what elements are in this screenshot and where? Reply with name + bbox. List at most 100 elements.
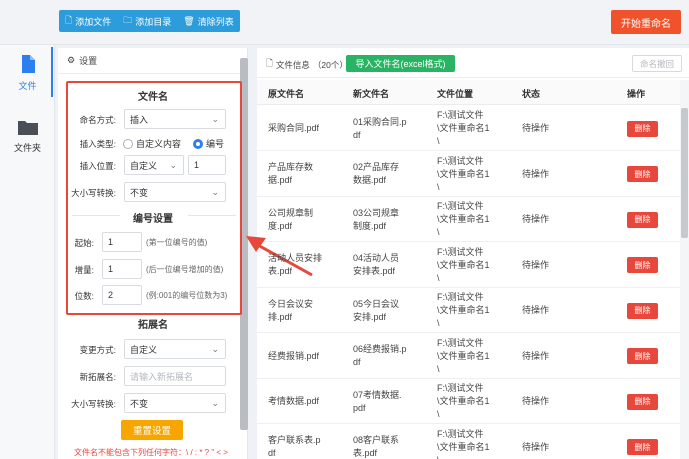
original-name-cell-line: 产品库存数 [268,162,314,173]
location-cell-line: \文件重命名1 [437,305,490,316]
location-cell-line: \文件重命名1 [437,123,490,134]
delete-button[interactable]: 删除 [627,393,658,410]
step-input[interactable]: 1 [102,259,142,279]
settings-header: ⚙ 设置 [58,48,247,74]
new-name-cell: 04活动人员 安排表.pdf [353,252,399,278]
naming-mode-label: 命名方式: [79,115,116,125]
location-cell: F:\测试文件 \文件重命名1 \ [437,428,490,459]
original-name-cell-line: 公司规章制 [268,207,314,218]
digits-input[interactable]: 2 [102,285,142,305]
radio-circle [123,138,133,149]
add-dir-button[interactable]: 🗀 添加目录 [117,10,177,32]
nav-item-folder[interactable]: 文件夹 [0,119,55,154]
location-cell-line: F:\测试文件 [437,201,484,212]
location-cell-line: \文件重命名1 [437,214,490,225]
delete-button[interactable]: 删除 [627,257,658,274]
chevron-down-icon: ⌄ [211,398,219,408]
chevron-down-icon: ⌄ [169,160,177,170]
digits-label: 位数: [74,291,94,301]
new-name-cell-line: 05今日会议 [353,298,400,309]
delete-button[interactable]: 删除 [627,439,658,456]
delete-button[interactable]: 删除 [627,348,658,365]
location-cell-line: \ [437,454,490,459]
delete-button[interactable]: 删除 [627,302,658,319]
import-excel-button[interactable]: 导入文件名(excel格式) [346,55,455,72]
original-name-cell-line: 表.pdf [268,266,293,277]
new-name-cell: 05今日会议 安排.pdf [353,298,399,324]
insert-pos-value: 自定义 [130,160,158,171]
ext-case-select[interactable]: 不变 ⌄ [124,393,226,413]
clear-list-button[interactable]: 🗑 清除列表 [177,10,239,32]
file-icon: 🗋 [266,58,273,68]
file-icon [21,55,35,73]
clear-list-label: 清除列表 [197,16,234,27]
filename-warning: 文件名不能包含下列任何字符：\ / : * ? " < > [74,448,228,457]
original-name-cell-line: 活动人员安排 [268,253,323,264]
insert-pos-select[interactable]: 自定义 ⌄ [124,155,184,175]
new-name-cell-line: 表.pdf [353,448,378,459]
original-name-cell-line: 度.pdf [268,220,293,231]
new-ext-input[interactable]: 请输入新拓展名 [124,366,226,386]
delete-button[interactable]: 删除 [627,211,658,228]
radio-numbering[interactable]: 编号 [193,137,224,150]
add-file-button[interactable]: 🗋 添加文件 [59,10,117,32]
chevron-down-icon: ⌄ [211,114,219,124]
location-cell: F:\测试文件 \文件重命名1 \ [437,382,490,421]
add-file-label: 添加文件 [75,16,112,27]
start-input[interactable]: 1 [102,232,142,252]
filename-case-value: 不变 [130,187,149,198]
new-name-cell-line: 数据.pdf [353,175,387,186]
new-name-cell-line: pdf [353,402,366,413]
naming-mode-select[interactable]: 插入 ⌄ [124,109,226,129]
ext-change-mode-value: 自定义 [130,344,158,355]
location-cell-line: \文件重命名1 [437,168,490,179]
filename-case-select[interactable]: 不变 ⌄ [124,182,226,202]
new-name-cell: 01采购合同.p df [353,116,407,142]
new-name-cell: 02产品库存 数据.pdf [353,161,399,187]
ext-change-mode-select[interactable]: 自定义 ⌄ [124,339,226,359]
nav-item-file[interactable]: 文件 [0,47,55,97]
radio-custom-content[interactable]: 自定义内容 [123,137,181,150]
location-cell: F:\测试文件 \文件重命名1 \ [437,200,490,239]
ext-change-mode-label: 变更方式: [79,345,116,355]
insert-type-label: 插入类型: [79,139,116,149]
col-status: 状态 [522,89,541,99]
gear-icon: ⚙ [67,55,76,65]
start-rename-button[interactable]: 开始重命名 [611,10,681,34]
delete-button[interactable]: 删除 [627,120,658,137]
file-count: （20个） [312,60,348,70]
undo-rename-button[interactable]: 命名撤回 [632,55,682,72]
add-dir-label: 添加目录 [135,16,172,27]
start-label: 起始: [74,238,94,248]
original-name-cell: 经费报销.pdf [268,350,319,363]
naming-mode-value: 插入 [130,114,149,125]
original-name-cell-line: 据.pdf [268,175,293,186]
settings-title: 设置 [79,56,98,66]
folder-icon: 🗀 [123,15,133,25]
original-name-cell-line: 今日会议安 [268,298,314,309]
file-info: 🗋 文件信息 （20个） [266,58,348,72]
table-scrollbar-thumb[interactable] [681,108,688,238]
chevron-down-icon: ⌄ [211,344,219,354]
location-cell: F:\测试文件 \文件重命名1 \ [437,109,490,148]
insert-pos-number-input[interactable]: 1 [188,155,226,175]
col-location: 文件位置 [437,89,474,99]
start-hint: (第一位编号的值) [146,238,208,247]
original-name-cell-line: df [268,448,276,459]
col-original-name: 原文件名 [268,89,305,99]
left-nav: 文件 文件夹 [0,45,55,459]
extension-section-title: 拓展名 [138,320,168,331]
location-cell-line: \文件重命名1 [437,441,490,452]
file-info-label: 文件信息 [275,60,310,70]
new-name-cell-line: 04活动人员 [353,253,400,264]
reset-settings-button[interactable]: 重置设置 [121,420,183,440]
delete-button[interactable]: 删除 [627,166,658,183]
location-cell-line: F:\测试文件 [437,337,484,348]
filename-case-label: 大小写转换: [71,188,116,198]
location-cell-line: \文件重命名1 [437,259,490,270]
radio-circle-selected [193,138,203,149]
new-name-cell-line: 制度.pdf [353,220,387,231]
location-cell-line: \ [437,181,440,192]
file-icon: 🗋 [65,15,73,25]
status-cell: 待操作 [522,441,550,452]
